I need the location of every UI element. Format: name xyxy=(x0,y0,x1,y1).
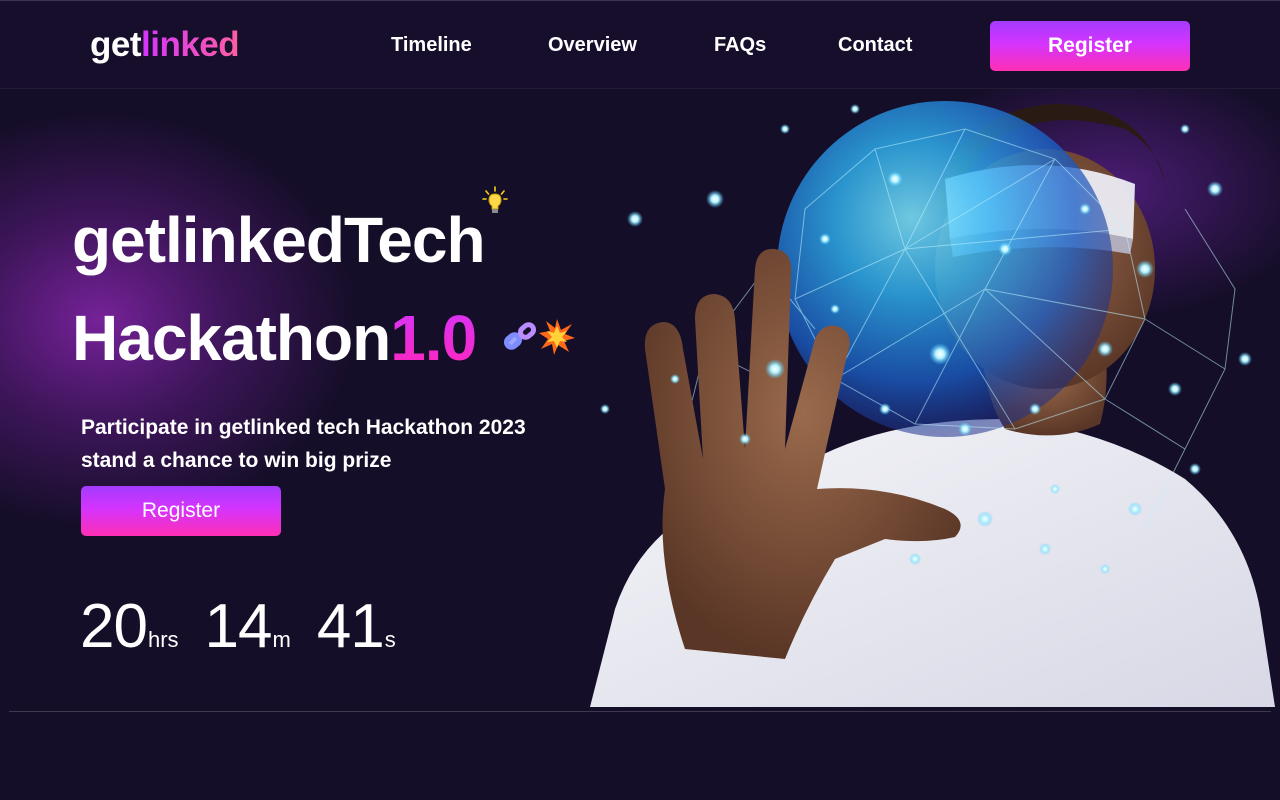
link-icon xyxy=(503,320,540,357)
countdown-minutes: 14 xyxy=(204,592,273,661)
navbar: getlinked Timeline Overview FAQs Contact… xyxy=(0,0,1280,89)
hero-title-line1: getlinkedTech xyxy=(72,204,486,276)
nav-link-overview[interactable]: Overview xyxy=(548,33,637,57)
hero-title-line2: Hackathon1.0 xyxy=(72,298,477,378)
landing-page: getlinked Timeline Overview FAQs Contact… xyxy=(0,0,1280,800)
nav-register-button[interactable]: Register xyxy=(990,21,1190,71)
hero-title-version: 1.0 xyxy=(390,302,477,374)
hero-register-button[interactable]: Register xyxy=(81,486,281,536)
countdown-hours-unit: hrs xyxy=(147,627,179,652)
nav-link-contact[interactable]: Contact xyxy=(838,33,912,57)
section-divider xyxy=(9,711,1271,712)
explosion-icon xyxy=(538,318,576,361)
hero-subtitle-line2: stand a chance to win big prize xyxy=(81,449,392,472)
hero-subtitle-line1: Participate in getlinked tech Hackathon … xyxy=(81,416,526,439)
logo-text-linked: linked xyxy=(141,25,240,64)
nav-link-faqs[interactable]: FAQs xyxy=(714,33,766,57)
hero-title-hackathon: Hackathon xyxy=(72,302,391,374)
hero-vr-illustration xyxy=(590,101,1275,707)
logo[interactable]: getlinked xyxy=(90,25,240,65)
countdown-minutes-unit: m xyxy=(272,627,291,652)
hero-subtitle: Participate in getlinked tech Hackathon … xyxy=(81,411,581,477)
logo-text-get: get xyxy=(90,25,142,64)
countdown-timer: 20 hrs 14 m 41 s xyxy=(80,592,422,662)
lightbulb-icon xyxy=(482,186,508,223)
countdown-seconds: 41 xyxy=(316,592,385,661)
countdown-hours: 20 xyxy=(80,592,148,661)
countdown-seconds-unit: s xyxy=(384,627,396,652)
nav-link-timeline[interactable]: Timeline xyxy=(391,33,472,57)
